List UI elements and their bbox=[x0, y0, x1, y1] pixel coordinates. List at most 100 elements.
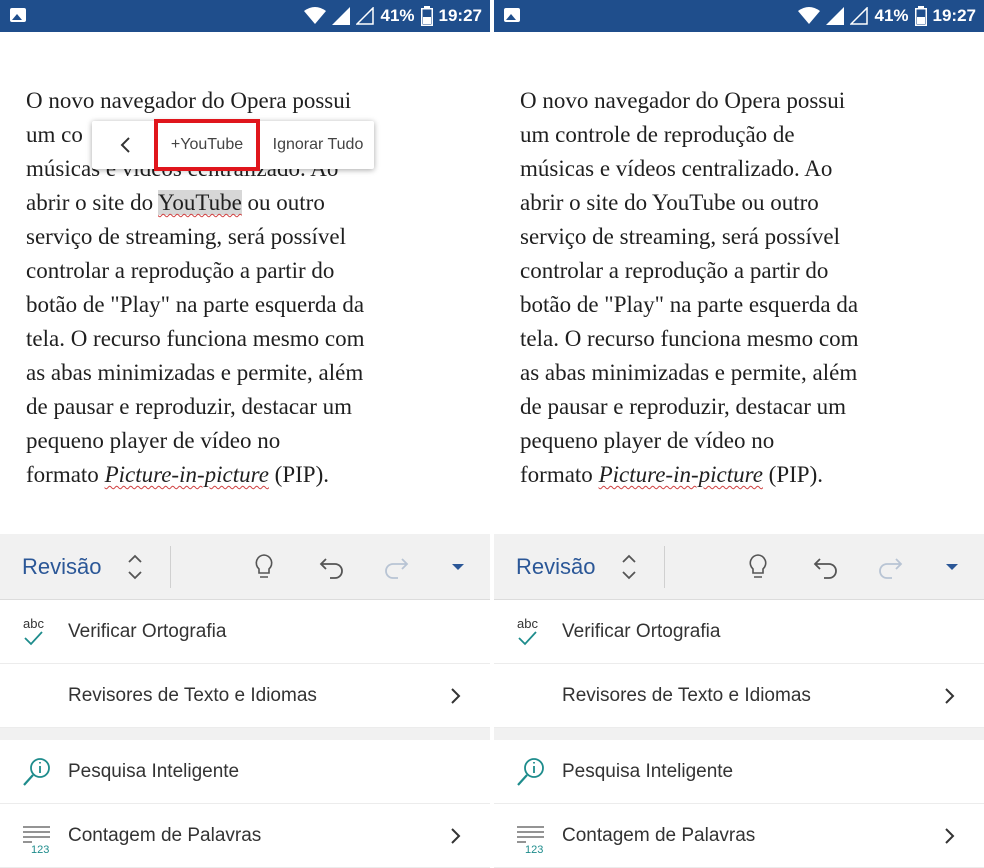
status-bar: 41% 19:27 bbox=[0, 0, 490, 32]
menu-item-label: Revisores de Texto e Idiomas bbox=[562, 685, 811, 706]
doc-line: tela. O recurso funciona mesmo com bbox=[520, 326, 859, 351]
wifi-icon bbox=[798, 7, 821, 24]
signal-empty-icon bbox=[356, 7, 375, 25]
wifi-icon bbox=[304, 7, 327, 24]
chevron-up-down-icon[interactable] bbox=[124, 552, 146, 582]
toolbar-divider bbox=[170, 546, 171, 588]
chevron-left-icon[interactable] bbox=[114, 133, 138, 157]
ribbon-toolbar: Revisão bbox=[0, 534, 490, 600]
doc-line-start: formato bbox=[26, 462, 105, 487]
menu-item-label: Pesquisa Inteligente bbox=[562, 761, 734, 782]
chevron-right-icon bbox=[451, 828, 461, 844]
section-divider bbox=[494, 728, 984, 740]
doc-line: botão de "Play" na parte esquerda da bbox=[26, 292, 365, 317]
battery-icon bbox=[420, 6, 433, 26]
spell-check-icon: abc bbox=[23, 616, 44, 646]
spell-check-icon: abc bbox=[517, 616, 538, 646]
italic-term: Picture-in-picture bbox=[598, 462, 763, 487]
caret-down-icon[interactable] bbox=[936, 551, 968, 583]
doc-line: O novo navegador do Opera possui bbox=[26, 88, 352, 113]
section-divider bbox=[0, 728, 490, 740]
doc-line: controlar a reprodução a partir do bbox=[520, 258, 829, 283]
doc-line: as abas minimizadas e permite, além bbox=[520, 360, 858, 385]
menu-item-smart-lookup[interactable]: Pesquisa Inteligente bbox=[0, 740, 490, 804]
menu-item-word-count[interactable]: 123 Contagem de Palavras bbox=[494, 804, 984, 868]
lightbulb-icon[interactable] bbox=[248, 551, 280, 583]
doc-line: formato Picture-in-picture (PIP). bbox=[26, 458, 466, 492]
doc-line: pequeno player de vídeo no bbox=[26, 428, 281, 453]
right-screenshot: 41% 19:27 O novo navegador do Opera poss… bbox=[494, 0, 984, 868]
toolbar-divider bbox=[664, 546, 665, 588]
clock: 19:27 bbox=[438, 6, 482, 25]
ignore-all-button[interactable]: Ignorar Tudo bbox=[266, 125, 370, 165]
doc-line: formato Picture-in-picture (PIP). bbox=[520, 458, 960, 492]
smart-lookup-icon bbox=[23, 758, 50, 786]
doc-line: de pausar e reproduzir, destacar um bbox=[26, 394, 353, 419]
doc-line: de pausar e reproduzir, destacar um bbox=[520, 394, 847, 419]
doc-line: serviço de streaming, será possível bbox=[520, 224, 840, 249]
menu-item-word-count[interactable]: 123 Contagem de Palavras bbox=[0, 804, 490, 868]
menu-item-label: Pesquisa Inteligente bbox=[68, 761, 240, 782]
misspelled-word[interactable]: YouTube bbox=[158, 190, 242, 215]
chevron-right-icon bbox=[945, 828, 955, 844]
doc-line: O novo navegador do Opera possui bbox=[520, 88, 846, 113]
doc-line-end: (PIP). bbox=[762, 462, 823, 487]
doc-line: as abas minimizadas e permite, além bbox=[26, 360, 364, 385]
redo-icon bbox=[385, 558, 409, 579]
count-text: 123 bbox=[525, 844, 543, 854]
doc-line-start: formato bbox=[520, 462, 599, 487]
abc-text: abc bbox=[517, 616, 538, 631]
italic-term: Picture-in-picture bbox=[104, 462, 269, 487]
caret-down-icon[interactable] bbox=[442, 551, 474, 583]
doc-line-end: (PIP). bbox=[268, 462, 329, 487]
image-notification-icon bbox=[10, 8, 26, 22]
left-screenshot: 41% 19:27 O novo navegador do Opera poss… bbox=[0, 0, 490, 868]
word-count-icon: 123 bbox=[517, 826, 544, 854]
lightbulb-icon[interactable] bbox=[742, 551, 774, 583]
menu-item-proofing-languages[interactable]: Revisores de Texto e Idiomas bbox=[0, 664, 490, 728]
signal-full-icon bbox=[826, 7, 845, 25]
menu-item-smart-lookup[interactable]: Pesquisa Inteligente bbox=[494, 740, 984, 804]
doc-line: botão de "Play" na parte esquerda da bbox=[520, 292, 859, 317]
menu-item-label: Verificar Ortografia bbox=[68, 621, 227, 642]
doc-line: pequeno player de vídeo no bbox=[520, 428, 775, 453]
clock: 19:27 bbox=[932, 6, 976, 25]
battery-icon bbox=[914, 6, 927, 26]
highlight-box bbox=[154, 119, 260, 171]
review-menu: abc Verificar Ortografia Revisores de Te… bbox=[0, 600, 490, 868]
undo-icon[interactable] bbox=[810, 551, 842, 583]
signal-full-icon bbox=[332, 7, 351, 25]
menu-item-label: Contagem de Palavras bbox=[68, 825, 262, 846]
smart-lookup-icon bbox=[517, 758, 544, 786]
status-bar: 41% 19:27 bbox=[494, 0, 984, 32]
redo-icon bbox=[879, 558, 903, 579]
count-text: 123 bbox=[31, 844, 49, 854]
image-notification-icon bbox=[504, 8, 520, 22]
doc-line-start: abrir o site do bbox=[26, 190, 159, 215]
abc-text: abc bbox=[23, 616, 44, 631]
doc-line: serviço de streaming, será possível bbox=[26, 224, 346, 249]
undo-icon[interactable] bbox=[316, 551, 348, 583]
menu-item-proofing-languages[interactable]: Revisores de Texto e Idiomas bbox=[494, 664, 984, 728]
signal-empty-icon bbox=[850, 7, 869, 25]
menu-item-spell-check[interactable]: abc Verificar Ortografia bbox=[494, 600, 984, 664]
document-text[interactable]: O novo navegador do Opera possui um cont… bbox=[520, 84, 960, 492]
tab-selector-label[interactable]: Revisão bbox=[22, 554, 101, 580]
ribbon-toolbar: Revisão bbox=[494, 534, 984, 600]
doc-line-end: ou outro bbox=[241, 190, 325, 215]
menu-item-label: Revisores de Texto e Idiomas bbox=[68, 685, 317, 706]
review-menu: abc Verificar Ortografia Revisores de Te… bbox=[494, 600, 984, 868]
chevron-right-icon bbox=[945, 688, 955, 704]
menu-item-spell-check[interactable]: abc Verificar Ortografia bbox=[0, 600, 490, 664]
tab-selector-label[interactable]: Revisão bbox=[516, 554, 595, 580]
chevron-up-down-icon[interactable] bbox=[618, 552, 640, 582]
battery-percent: 41% bbox=[380, 6, 415, 25]
doc-line: músicas e vídeos centralizado. Ao bbox=[520, 156, 833, 181]
doc-line: abrir o site do YouTube ou outro bbox=[26, 186, 466, 220]
menu-item-label: Contagem de Palavras bbox=[562, 825, 756, 846]
word-count-icon: 123 bbox=[23, 826, 50, 854]
chevron-right-icon bbox=[451, 688, 461, 704]
doc-line: tela. O recurso funciona mesmo com bbox=[26, 326, 365, 351]
doc-line: controlar a reprodução a partir do bbox=[26, 258, 335, 283]
menu-item-label: Verificar Ortografia bbox=[562, 621, 721, 642]
